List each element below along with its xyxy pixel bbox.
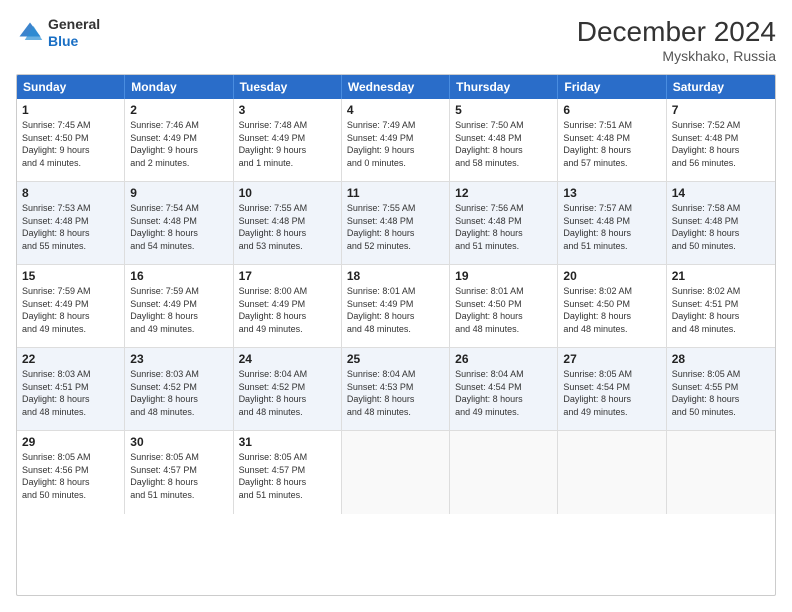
day-26: 26 Sunrise: 8:04 AM Sunset: 4:54 PM Dayl… xyxy=(450,348,558,430)
header-sunday: Sunday xyxy=(17,75,125,99)
day-13: 13 Sunrise: 7:57 AM Sunset: 4:48 PM Dayl… xyxy=(558,182,666,264)
day-11: 11 Sunrise: 7:55 AM Sunset: 4:48 PM Dayl… xyxy=(342,182,450,264)
header-wednesday: Wednesday xyxy=(342,75,450,99)
empty-cell-2 xyxy=(450,431,558,514)
calendar-body: 1 Sunrise: 7:45 AM Sunset: 4:50 PM Dayli… xyxy=(17,99,775,514)
header-tuesday: Tuesday xyxy=(234,75,342,99)
day-2: 2 Sunrise: 7:46 AM Sunset: 4:49 PM Dayli… xyxy=(125,99,233,181)
day-15: 15 Sunrise: 7:59 AM Sunset: 4:49 PM Dayl… xyxy=(17,265,125,347)
day-7: 7 Sunrise: 7:52 AM Sunset: 4:48 PM Dayli… xyxy=(667,99,775,181)
header-thursday: Thursday xyxy=(450,75,558,99)
day-25: 25 Sunrise: 8:04 AM Sunset: 4:53 PM Dayl… xyxy=(342,348,450,430)
empty-cell-1 xyxy=(342,431,450,514)
header-monday: Monday xyxy=(125,75,233,99)
day-1: 1 Sunrise: 7:45 AM Sunset: 4:50 PM Dayli… xyxy=(17,99,125,181)
day-18: 18 Sunrise: 8:01 AM Sunset: 4:49 PM Dayl… xyxy=(342,265,450,347)
day-23: 23 Sunrise: 8:03 AM Sunset: 4:52 PM Dayl… xyxy=(125,348,233,430)
logo-icon xyxy=(16,19,44,47)
day-16: 16 Sunrise: 7:59 AM Sunset: 4:49 PM Dayl… xyxy=(125,265,233,347)
day-24: 24 Sunrise: 8:04 AM Sunset: 4:52 PM Dayl… xyxy=(234,348,342,430)
calendar: Sunday Monday Tuesday Wednesday Thursday… xyxy=(16,74,776,596)
logo: General Blue xyxy=(16,16,100,50)
empty-cell-4 xyxy=(667,431,775,514)
day-10: 10 Sunrise: 7:55 AM Sunset: 4:48 PM Dayl… xyxy=(234,182,342,264)
header-saturday: Saturday xyxy=(667,75,775,99)
day-17: 17 Sunrise: 8:00 AM Sunset: 4:49 PM Dayl… xyxy=(234,265,342,347)
day-19: 19 Sunrise: 8:01 AM Sunset: 4:50 PM Dayl… xyxy=(450,265,558,347)
week-3: 15 Sunrise: 7:59 AM Sunset: 4:49 PM Dayl… xyxy=(17,265,775,348)
day-12: 12 Sunrise: 7:56 AM Sunset: 4:48 PM Dayl… xyxy=(450,182,558,264)
day-30: 30 Sunrise: 8:05 AM Sunset: 4:57 PM Dayl… xyxy=(125,431,233,514)
day-27: 27 Sunrise: 8:05 AM Sunset: 4:54 PM Dayl… xyxy=(558,348,666,430)
calendar-page: General Blue December 2024 Myskhako, Rus… xyxy=(0,0,792,612)
location: Myskhako, Russia xyxy=(577,48,776,64)
month-year: December 2024 xyxy=(577,16,776,48)
day-21: 21 Sunrise: 8:02 AM Sunset: 4:51 PM Dayl… xyxy=(667,265,775,347)
day-4: 4 Sunrise: 7:49 AM Sunset: 4:49 PM Dayli… xyxy=(342,99,450,181)
day-5: 5 Sunrise: 7:50 AM Sunset: 4:48 PM Dayli… xyxy=(450,99,558,181)
day-6: 6 Sunrise: 7:51 AM Sunset: 4:48 PM Dayli… xyxy=(558,99,666,181)
header-friday: Friday xyxy=(558,75,666,99)
week-5: 29 Sunrise: 8:05 AM Sunset: 4:56 PM Dayl… xyxy=(17,431,775,514)
day-29: 29 Sunrise: 8:05 AM Sunset: 4:56 PM Dayl… xyxy=(17,431,125,514)
day-28: 28 Sunrise: 8:05 AM Sunset: 4:55 PM Dayl… xyxy=(667,348,775,430)
week-2: 8 Sunrise: 7:53 AM Sunset: 4:48 PM Dayli… xyxy=(17,182,775,265)
calendar-header: Sunday Monday Tuesday Wednesday Thursday… xyxy=(17,75,775,99)
day-31: 31 Sunrise: 8:05 AM Sunset: 4:57 PM Dayl… xyxy=(234,431,342,514)
page-header: General Blue December 2024 Myskhako, Rus… xyxy=(16,16,776,64)
day-9: 9 Sunrise: 7:54 AM Sunset: 4:48 PM Dayli… xyxy=(125,182,233,264)
day-20: 20 Sunrise: 8:02 AM Sunset: 4:50 PM Dayl… xyxy=(558,265,666,347)
day-8: 8 Sunrise: 7:53 AM Sunset: 4:48 PM Dayli… xyxy=(17,182,125,264)
title-block: December 2024 Myskhako, Russia xyxy=(577,16,776,64)
day-3: 3 Sunrise: 7:48 AM Sunset: 4:49 PM Dayli… xyxy=(234,99,342,181)
week-4: 22 Sunrise: 8:03 AM Sunset: 4:51 PM Dayl… xyxy=(17,348,775,431)
day-14: 14 Sunrise: 7:58 AM Sunset: 4:48 PM Dayl… xyxy=(667,182,775,264)
day-22: 22 Sunrise: 8:03 AM Sunset: 4:51 PM Dayl… xyxy=(17,348,125,430)
week-1: 1 Sunrise: 7:45 AM Sunset: 4:50 PM Dayli… xyxy=(17,99,775,182)
empty-cell-3 xyxy=(558,431,666,514)
logo-text: General Blue xyxy=(48,16,100,50)
